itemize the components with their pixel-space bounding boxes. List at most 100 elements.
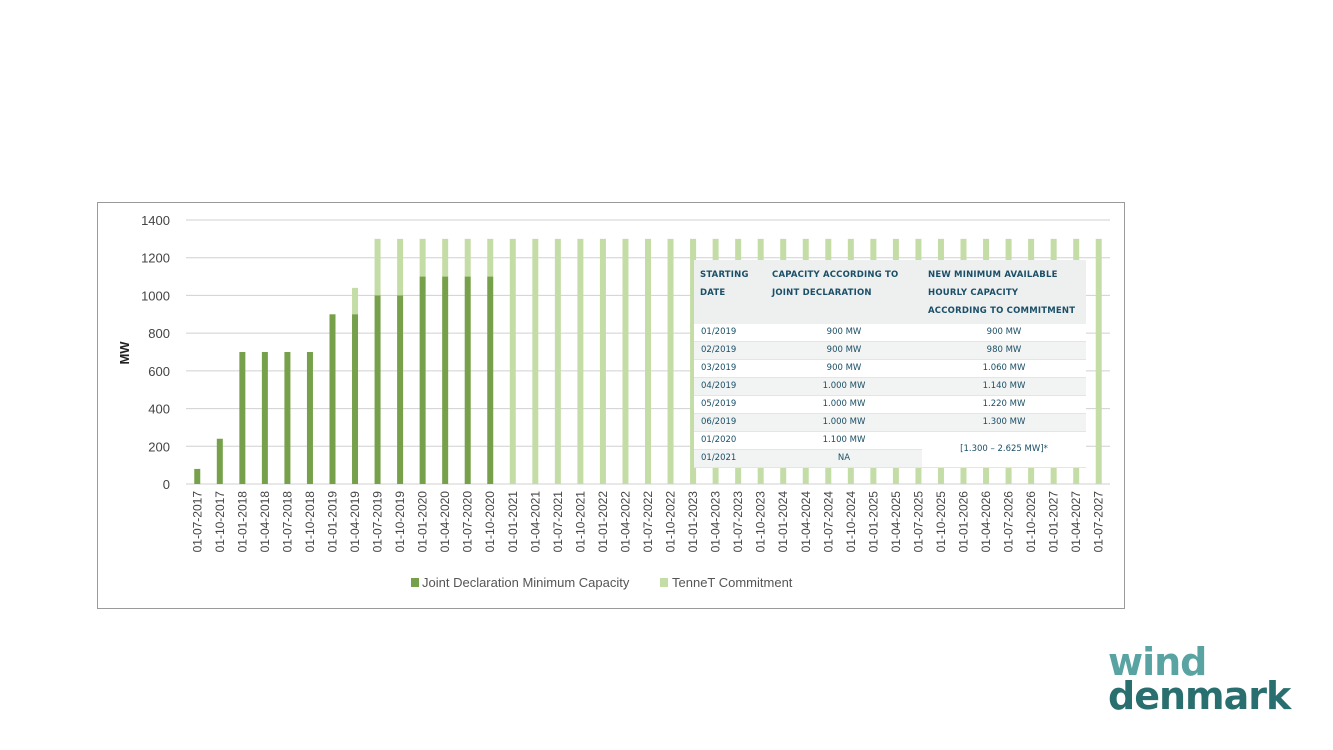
header-starting-date: STARTING DATE xyxy=(694,260,766,324)
x-tick-label: 01-10-2024 xyxy=(844,491,858,553)
legend-label-tennet-commitment: TenneT Commitment xyxy=(672,575,793,590)
cell-joint: 1.000 MW xyxy=(766,377,922,396)
cell-joint: 1.100 MW xyxy=(766,431,922,450)
bar-joint-declaration xyxy=(329,314,336,484)
bar-tennet-commitment xyxy=(667,238,674,484)
x-tick-label: 01-01-2027 xyxy=(1047,491,1061,553)
bar-joint-declaration xyxy=(216,438,223,484)
table-row: 01/2020 1.100 MW [1.300 – 2.625 MW]* xyxy=(694,431,1086,468)
x-tick-label: 01-07-2026 xyxy=(1002,491,1016,553)
x-tick-label: 01-04-2023 xyxy=(709,491,723,553)
bar-tennet-commitment xyxy=(577,238,584,484)
bar-tennet-commitment xyxy=(554,238,561,484)
x-tick-label: 01-10-2020 xyxy=(483,491,497,553)
x-tick-label: 01-07-2019 xyxy=(371,491,385,553)
wind-denmark-logo: wind denmark xyxy=(1108,643,1298,720)
y-tick-label: 200 xyxy=(148,439,170,454)
cell-joint: 1.000 MW xyxy=(766,395,922,414)
x-tick-label: 01-01-2018 xyxy=(235,491,249,553)
x-tick-label: 01-10-2018 xyxy=(303,491,317,553)
cell-date: 01/2019 xyxy=(694,324,766,342)
bar-tennet-commitment xyxy=(442,238,449,277)
bar-joint-declaration xyxy=(261,352,268,484)
x-tick-label: 01-10-2019 xyxy=(393,491,407,553)
cell-date: 01/2020 xyxy=(694,431,766,450)
bar-joint-declaration xyxy=(306,352,313,484)
x-tick-label: 01-01-2022 xyxy=(596,491,610,553)
x-tick-label: 01-10-2021 xyxy=(573,491,587,553)
x-tick-label: 01-07-2025 xyxy=(911,491,925,553)
cell-joint: NA xyxy=(766,449,922,468)
cell-joint: 900 MW xyxy=(766,341,922,360)
cell-commit: 1.060 MW xyxy=(922,359,1086,378)
capacity-table: STARTING DATE CAPACITY ACCORDING TO JOIN… xyxy=(694,260,1086,468)
logo-line-2: denmark xyxy=(1108,674,1291,718)
y-tick-label: 800 xyxy=(148,326,170,341)
bar-tennet-commitment xyxy=(352,287,359,315)
bar-joint-declaration xyxy=(374,295,381,484)
cell-commit: 1.300 MW xyxy=(922,413,1086,432)
header-commitment: NEW MINIMUM AVAILABLE HOURLY CAPACITY AC… xyxy=(922,260,1086,324)
cell-date: 03/2019 xyxy=(694,359,766,378)
legend-swatch-joint-declaration xyxy=(411,578,419,587)
cell-date: 06/2019 xyxy=(694,413,766,432)
table-row: 01/2019 900 MW 900 MW xyxy=(694,324,1086,342)
legend-swatch-tennet-commitment xyxy=(660,578,668,587)
x-tick-label: 01-10-2023 xyxy=(754,491,768,553)
bar-tennet-commitment xyxy=(622,238,629,484)
table-row: 06/2019 1.000 MW 1.300 MW xyxy=(694,413,1086,432)
y-tick-label: 600 xyxy=(148,364,170,379)
bar-joint-declaration xyxy=(352,314,359,484)
bar-tennet-commitment xyxy=(599,238,606,484)
y-tick-label: 1400 xyxy=(141,213,170,228)
x-tick-label: 01-04-2026 xyxy=(979,491,993,553)
table-header-row: STARTING DATE CAPACITY ACCORDING TO JOIN… xyxy=(694,260,1086,324)
x-tick-label: 01-01-2025 xyxy=(866,491,880,553)
x-tick-label: 01-04-2021 xyxy=(528,491,542,553)
x-tick-label: 01-04-2024 xyxy=(799,491,813,553)
cell-date: 01/2021 xyxy=(694,449,766,468)
cell-commit: 900 MW xyxy=(922,324,1086,342)
table-row: 03/2019 900 MW 1.060 MW xyxy=(694,359,1086,378)
table-row: 05/2019 1.000 MW 1.220 MW xyxy=(694,395,1086,414)
bar-joint-declaration xyxy=(487,276,494,484)
x-tick-label: 01-01-2020 xyxy=(416,491,430,553)
x-tick-label: 01-07-2022 xyxy=(641,491,655,553)
x-tick-label: 01-01-2023 xyxy=(686,491,700,553)
x-tick-label: 01-10-2026 xyxy=(1024,491,1038,553)
cell-date: 05/2019 xyxy=(694,395,766,414)
bar-tennet-commitment xyxy=(374,238,381,296)
legend-label-joint-declaration: Joint Declaration Minimum Capacity xyxy=(422,575,630,590)
bar-joint-declaration xyxy=(194,468,201,484)
table-row: 02/2019 900 MW 980 MW xyxy=(694,341,1086,360)
x-tick-label: 01-07-2018 xyxy=(280,491,294,553)
x-tick-label: 01-10-2025 xyxy=(934,491,948,553)
bar-tennet-commitment xyxy=(419,238,426,277)
bar-tennet-commitment xyxy=(532,238,539,484)
x-tick-label: 01-07-2024 xyxy=(821,491,835,553)
x-tick-label: 01-01-2019 xyxy=(325,491,339,553)
bar-joint-declaration xyxy=(419,276,426,484)
y-tick-label: 1000 xyxy=(141,288,170,303)
bar-joint-declaration xyxy=(397,295,404,484)
x-tick-label: 01-01-2024 xyxy=(776,491,790,553)
header-joint-declaration: CAPACITY ACCORDING TO JOINT DECLARATION xyxy=(766,260,922,324)
x-tick-label: 01-04-2027 xyxy=(1069,491,1083,553)
x-tick-label: 01-04-2019 xyxy=(348,491,362,553)
bar-tennet-commitment xyxy=(645,238,651,484)
y-axis-title: MW xyxy=(117,341,132,365)
y-tick-label: 400 xyxy=(148,402,170,417)
bar-tennet-commitment xyxy=(397,238,404,296)
x-tick-label: 01-04-2022 xyxy=(618,491,632,553)
cell-joint: 900 MW xyxy=(766,324,922,342)
bar-joint-declaration xyxy=(442,276,449,484)
bar-joint-declaration xyxy=(464,276,471,484)
x-tick-label: 01-07-2023 xyxy=(731,491,745,553)
x-tick-label: 01-01-2026 xyxy=(957,491,971,553)
bar-tennet-commitment xyxy=(487,238,494,277)
y-tick-label: 1200 xyxy=(141,251,170,266)
y-tick-label: 0 xyxy=(163,477,170,492)
chart-frame: 0 200 400 600 800 1000 1200 1400 01-07-2017 01-1… xyxy=(97,202,1125,609)
x-tick-label: 01-10-2017 xyxy=(213,491,227,553)
table-row: 04/2019 1.000 MW 1.140 MW xyxy=(694,377,1086,396)
